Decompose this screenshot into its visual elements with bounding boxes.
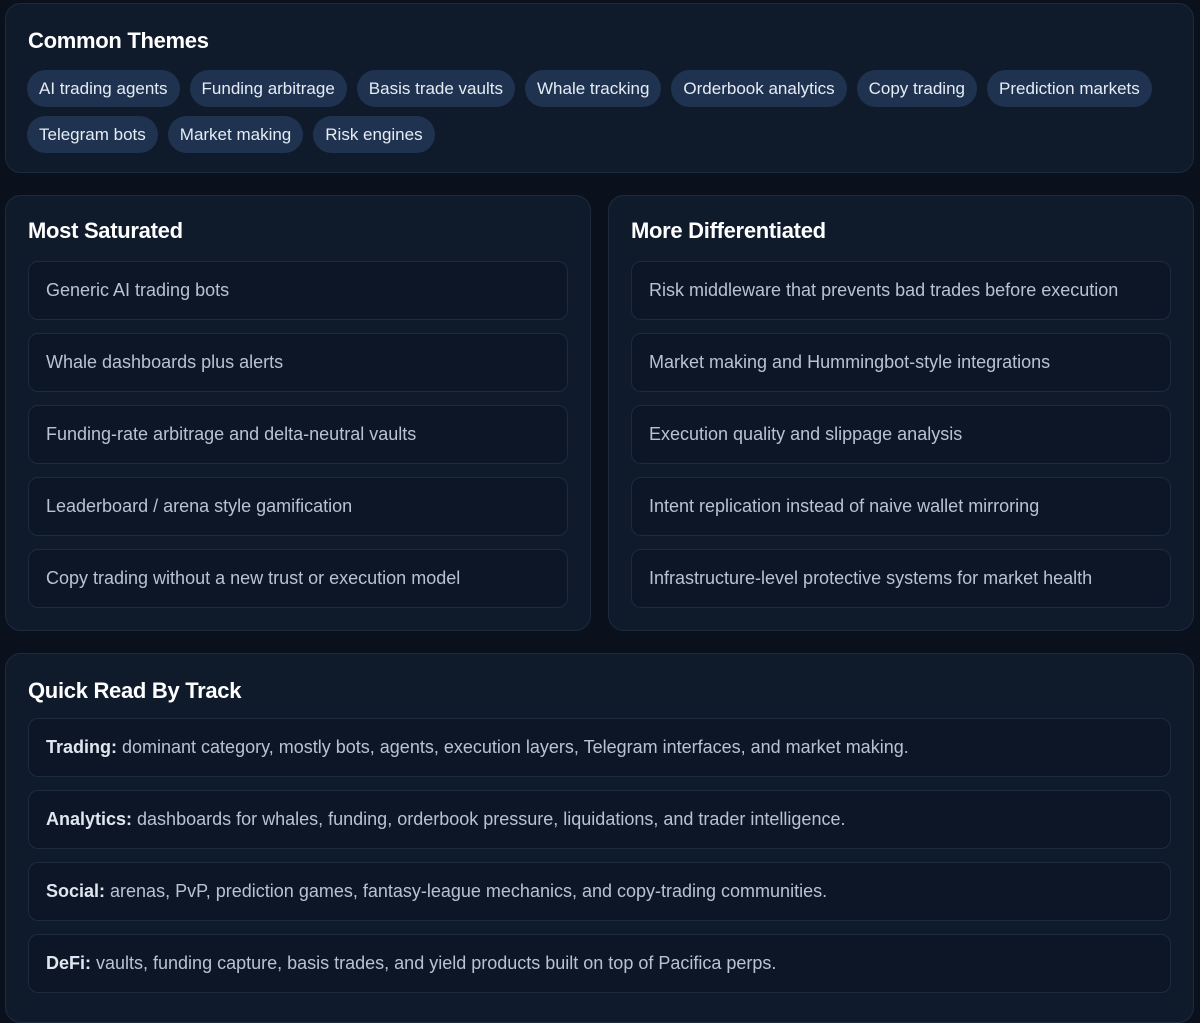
track-text: arenas, PvP, prediction games, fantasy-l…: [105, 881, 828, 901]
theme-chip: Telegram bots: [27, 116, 158, 153]
track-row-social: Social: arenas, PvP, prediction games, f…: [28, 862, 1171, 921]
differentiated-list: Risk middleware that prevents bad trades…: [631, 261, 1171, 608]
theme-chip: Copy trading: [856, 70, 977, 107]
list-item: Risk middleware that prevents bad trades…: [631, 261, 1171, 320]
theme-chip: Funding arbitrage: [189, 70, 347, 107]
track-text: vaults, funding capture, basis trades, a…: [91, 953, 777, 973]
list-item: Funding-rate arbitrage and delta-neutral…: [28, 405, 568, 464]
list-item: Market making and Hummingbot-style integ…: [631, 333, 1171, 392]
list-item: Leaderboard / arena style gamification: [28, 477, 568, 536]
theme-chip: Orderbook analytics: [671, 70, 847, 107]
list-item: Execution quality and slippage analysis: [631, 405, 1171, 464]
common-themes-panel: Common Themes AI trading agents Funding …: [5, 3, 1194, 173]
track-label: DeFi:: [46, 953, 91, 973]
track-row-trading: Trading: dominant category, mostly bots,…: [28, 718, 1171, 777]
quick-read-panel: Quick Read By Track Trading: dominant ca…: [5, 653, 1194, 1023]
theme-chip: Basis trade vaults: [356, 70, 515, 107]
track-text: dashboards for whales, funding, orderboo…: [132, 809, 846, 829]
track-label: Trading:: [46, 737, 117, 757]
list-item: Copy trading without a new trust or exec…: [28, 549, 568, 608]
saturated-list: Generic AI trading bots Whale dashboards…: [28, 261, 568, 608]
list-item: Infrastructure-level protective systems …: [631, 549, 1171, 608]
track-label: Analytics:: [46, 809, 133, 829]
track-row-defi: DeFi: vaults, funding capture, basis tra…: [28, 934, 1171, 993]
theme-chip: AI trading agents: [27, 70, 180, 107]
track-text: dominant category, mostly bots, agents, …: [117, 737, 909, 757]
more-differentiated-panel: More Differentiated Risk middleware that…: [608, 195, 1194, 631]
theme-chip: Risk engines: [313, 116, 435, 153]
track-label: Social:: [46, 881, 106, 901]
quick-read-title: Quick Read By Track: [28, 678, 242, 703]
theme-chip: Whale tracking: [524, 70, 662, 107]
theme-chip-list: AI trading agents Funding arbitrage Basi…: [27, 70, 1177, 153]
list-item: Generic AI trading bots: [28, 261, 568, 320]
list-item: Whale dashboards plus alerts: [28, 333, 568, 392]
track-row-analytics: Analytics: dashboards for whales, fundin…: [28, 790, 1171, 849]
most-saturated-panel: Most Saturated Generic AI trading bots W…: [5, 195, 591, 631]
common-themes-title: Common Themes: [28, 28, 209, 53]
track-list: Trading: dominant category, mostly bots,…: [28, 718, 1171, 993]
theme-chip: Market making: [167, 116, 304, 153]
most-saturated-title: Most Saturated: [28, 218, 183, 243]
more-differentiated-title: More Differentiated: [631, 218, 826, 243]
theme-chip: Prediction markets: [987, 70, 1152, 107]
list-item: Intent replication instead of naive wall…: [631, 477, 1171, 536]
